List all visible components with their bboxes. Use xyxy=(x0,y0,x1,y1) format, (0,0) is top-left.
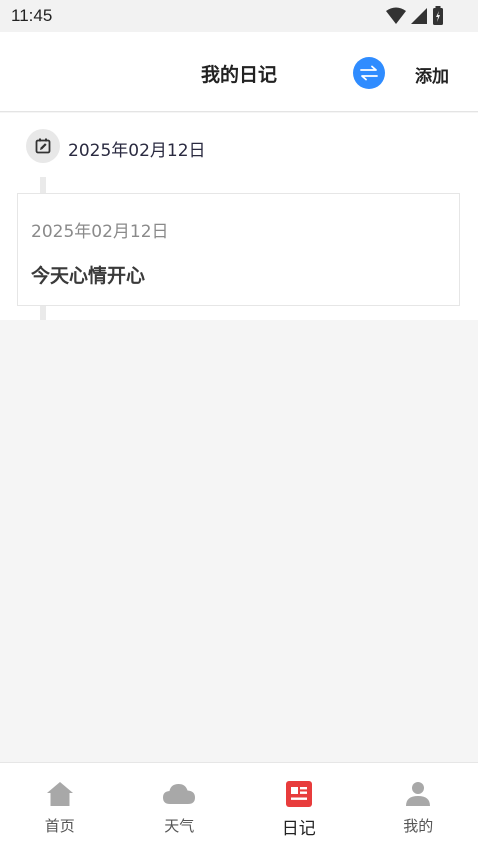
swap-icon xyxy=(360,65,378,81)
cloud-icon xyxy=(163,784,196,804)
tab-profile[interactable]: 我的 xyxy=(359,763,478,850)
tab-diary-label: 日记 xyxy=(281,819,316,839)
tab-weather[interactable]: 天气 xyxy=(120,763,240,850)
status-time: 11:45 xyxy=(11,6,53,25)
swap-button[interactable] xyxy=(353,57,385,89)
tab-home[interactable]: 首页 xyxy=(0,763,120,850)
page-title: 我的日记 xyxy=(200,64,277,86)
battery-icon xyxy=(433,6,443,25)
status-bar: 11:45 xyxy=(0,0,478,32)
tab-home-label: 首页 xyxy=(44,817,75,835)
date-badge xyxy=(26,129,60,163)
diary-timeline: 2025年02月12日 2025年02月12日 今天心情开心 xyxy=(0,113,478,320)
tab-profile-label: 我的 xyxy=(403,817,434,835)
timeline-date: 2025年02月12日 xyxy=(68,141,206,161)
tab-diary[interactable]: 日记 xyxy=(239,763,359,850)
header: 我的日记 添加 xyxy=(0,32,478,112)
wifi-icon xyxy=(386,7,406,24)
user-icon xyxy=(406,782,431,806)
signal-icon xyxy=(411,8,427,24)
diary-icon xyxy=(285,781,312,807)
add-button[interactable]: 添加 xyxy=(415,62,449,87)
tab-weather-label: 天气 xyxy=(164,817,195,835)
entry-title: 今天心情开心 xyxy=(31,265,146,287)
home-icon xyxy=(46,782,73,806)
diary-entry-card[interactable]: 2025年02月12日 今天心情开心 xyxy=(17,193,460,306)
status-icons xyxy=(386,6,444,26)
bottom-tab-bar: 首页 天气 日记 我的 xyxy=(0,762,478,850)
entry-date: 2025年02月12日 xyxy=(31,222,169,242)
calendar-edit-icon xyxy=(35,138,51,154)
